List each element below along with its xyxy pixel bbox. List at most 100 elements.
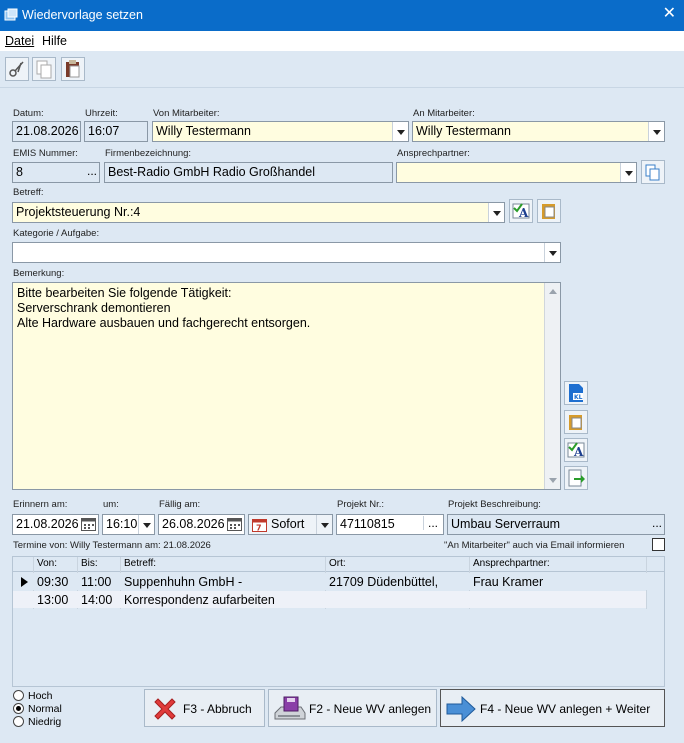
memo-export-button[interactable] xyxy=(564,466,588,490)
weiter-button[interactable]: F4 - Neue WV anlegen + Weiter xyxy=(440,689,665,727)
firmenbezeichnung-label: Firmenbezeichnung: xyxy=(105,148,192,159)
menu-bar: Datei Hilfe xyxy=(0,31,684,51)
ansprechpartner-label: Ansprechpartner: xyxy=(397,148,470,159)
abbruch-label: F3 - Abbruch xyxy=(183,702,252,716)
export-icon xyxy=(568,469,585,487)
an-mitarbeiter-label: An Mitarbeiter: xyxy=(413,108,475,119)
row-pointer-icon xyxy=(21,577,28,587)
termine-von-label: Termine von: Willy Testermann am: 21.08.… xyxy=(13,540,211,551)
scroll-down-icon[interactable] xyxy=(549,478,557,483)
uhrzeit-field: 16:07 xyxy=(84,121,148,142)
copy-icon xyxy=(645,164,660,181)
sofort-select[interactable]: 7 Sofort xyxy=(248,514,333,535)
calendar-icon[interactable] xyxy=(227,517,242,531)
ansprechpartner-select[interactable] xyxy=(396,162,637,183)
emis-lookup-button[interactable]: ... xyxy=(87,164,97,178)
cut-button[interactable] xyxy=(5,57,29,81)
cell-ansprechpartner: Frau Kramer xyxy=(473,575,544,589)
um-select[interactable]: 16:10 xyxy=(102,514,155,535)
betreff-value: Projektsteuerung Nr.:4 xyxy=(16,205,141,219)
projekt-beschreibung-label: Projekt Beschreibung: xyxy=(448,499,541,510)
priority-hoch-radio[interactable] xyxy=(13,690,24,701)
column-header: Ort: xyxy=(329,558,346,569)
cell-betreff: Suppenhuhn GmbH - xyxy=(124,575,243,589)
firmenbezeichnung-field: Best-Radio GmbH Radio Großhandel xyxy=(104,162,393,183)
priority-normal-radio[interactable] xyxy=(13,703,24,714)
projekt-nr-value: 47110815 xyxy=(340,517,395,531)
projekt-beschreibung-button[interactable]: ... xyxy=(652,516,662,530)
arrow-right-icon xyxy=(446,696,476,722)
projekt-beschreibung-value: Umbau Serverraum xyxy=(451,517,561,531)
bemerkung-textarea[interactable]: Bitte bearbeiten Sie folgende Tätigkeit:… xyxy=(12,282,561,490)
memo-clipboard-button[interactable] xyxy=(564,410,588,434)
sofort-value: Sofort xyxy=(271,517,305,531)
projekt-beschreibung-field[interactable]: Umbau Serverraum ... xyxy=(447,514,665,535)
calendar-7-icon: 7 xyxy=(252,519,267,532)
projekt-nr-label: Projekt Nr.: xyxy=(337,499,384,510)
column-header: Ansprechpartner: xyxy=(473,558,550,569)
calendar-icon[interactable] xyxy=(81,517,96,531)
cell-ort: 21709 Düdenbüttel, xyxy=(329,575,439,589)
copy-button[interactable] xyxy=(32,57,56,81)
projekt-nr-field[interactable]: 47110815 ... xyxy=(336,514,444,535)
title-bar: Wiedervorlage setzen ✕ xyxy=(0,0,684,31)
von-mitarbeiter-value: Willy Testermann xyxy=(156,124,251,138)
chevron-down-icon[interactable] xyxy=(488,203,504,222)
bemerkung-line: Serverschrank demontieren xyxy=(17,301,171,315)
emis-nummer-label: EMIS Nummer: xyxy=(13,148,78,159)
memo-spelling-button[interactable]: A xyxy=(564,438,588,462)
clipboard-icon xyxy=(542,204,555,219)
betreff-select[interactable]: Projektsteuerung Nr.:4 xyxy=(12,202,505,223)
textblock-button[interactable]: KL xyxy=(564,381,588,405)
chevron-down-icon[interactable] xyxy=(392,122,408,141)
priority-hoch-label: Hoch xyxy=(28,690,53,702)
table-header: Von: Bis: Betreff: Ort: Ansprechpartner: xyxy=(13,557,664,572)
menu-datei[interactable]: Datei xyxy=(5,34,34,48)
column-header: Von: xyxy=(37,558,58,569)
emis-nummer-field[interactable]: 8 ... xyxy=(12,162,100,183)
menu-hilfe[interactable]: Hilfe xyxy=(42,34,67,48)
close-icon[interactable]: ✕ xyxy=(663,5,676,23)
column-header: Betreff: xyxy=(124,558,157,569)
faellig-am-field[interactable]: 26.08.2026 xyxy=(158,514,245,535)
betreff-clipboard-button[interactable] xyxy=(537,199,561,223)
priority-niedrig-radio[interactable] xyxy=(13,716,24,727)
faellig-am-value: 26.08.2026 xyxy=(162,517,225,531)
cell-betreff: Korrespondenz aufarbeiten xyxy=(124,593,275,607)
projekt-lookup-button[interactable]: ... xyxy=(423,516,443,530)
chevron-down-icon[interactable] xyxy=(138,515,154,534)
kategorie-label: Kategorie / Aufgabe: xyxy=(13,228,100,239)
von-mitarbeiter-select[interactable]: Willy Testermann xyxy=(152,121,409,142)
chevron-down-icon[interactable] xyxy=(316,515,332,534)
bemerkung-scrollbar[interactable] xyxy=(544,283,560,489)
scroll-up-icon[interactable] xyxy=(549,289,557,294)
bemerkung-line: Alte Hardware ausbauen und fachgerecht e… xyxy=(17,316,311,330)
erinnern-am-value: 21.08.2026 xyxy=(16,517,79,531)
table-row[interactable]: 09:30 11:00 Suppenhuhn GmbH - 21709 Düde… xyxy=(13,573,664,590)
an-mitarbeiter-value: Willy Testermann xyxy=(416,124,511,138)
textblock-icon: KL xyxy=(569,384,583,402)
erinnern-am-field[interactable]: 21.08.2026 xyxy=(12,514,99,535)
spell-check-icon: A xyxy=(512,203,530,220)
an-mitarbeiter-select[interactable]: Willy Testermann xyxy=(412,121,665,142)
betreff-spelling-button[interactable]: A xyxy=(509,199,533,223)
erinnern-am-label: Erinnern am: xyxy=(13,499,68,510)
chevron-down-icon[interactable] xyxy=(620,163,636,182)
table-row[interactable]: 13:00 14:00 Korrespondenz aufarbeiten xyxy=(13,591,646,608)
kategorie-select[interactable] xyxy=(12,242,561,263)
email-info-checkbox[interactable] xyxy=(652,538,665,551)
chevron-down-icon[interactable] xyxy=(544,243,560,262)
paste-icon xyxy=(66,60,80,78)
app-icon xyxy=(4,8,18,21)
copy-contact-button[interactable] xyxy=(641,160,665,184)
save-disk-icon xyxy=(274,696,306,720)
toolbar xyxy=(0,51,684,88)
priority-niedrig-label: Niedrig xyxy=(28,716,62,728)
um-label: um: xyxy=(103,499,119,510)
betreff-label: Betreff: xyxy=(13,187,44,198)
abbruch-button[interactable]: F3 - Abbruch xyxy=(144,689,265,727)
chevron-down-icon[interactable] xyxy=(648,122,664,141)
paste-button[interactable] xyxy=(61,57,85,81)
neue-wv-label: F2 - Neue WV anlegen xyxy=(309,702,432,716)
neue-wv-button[interactable]: F2 - Neue WV anlegen xyxy=(268,689,437,727)
